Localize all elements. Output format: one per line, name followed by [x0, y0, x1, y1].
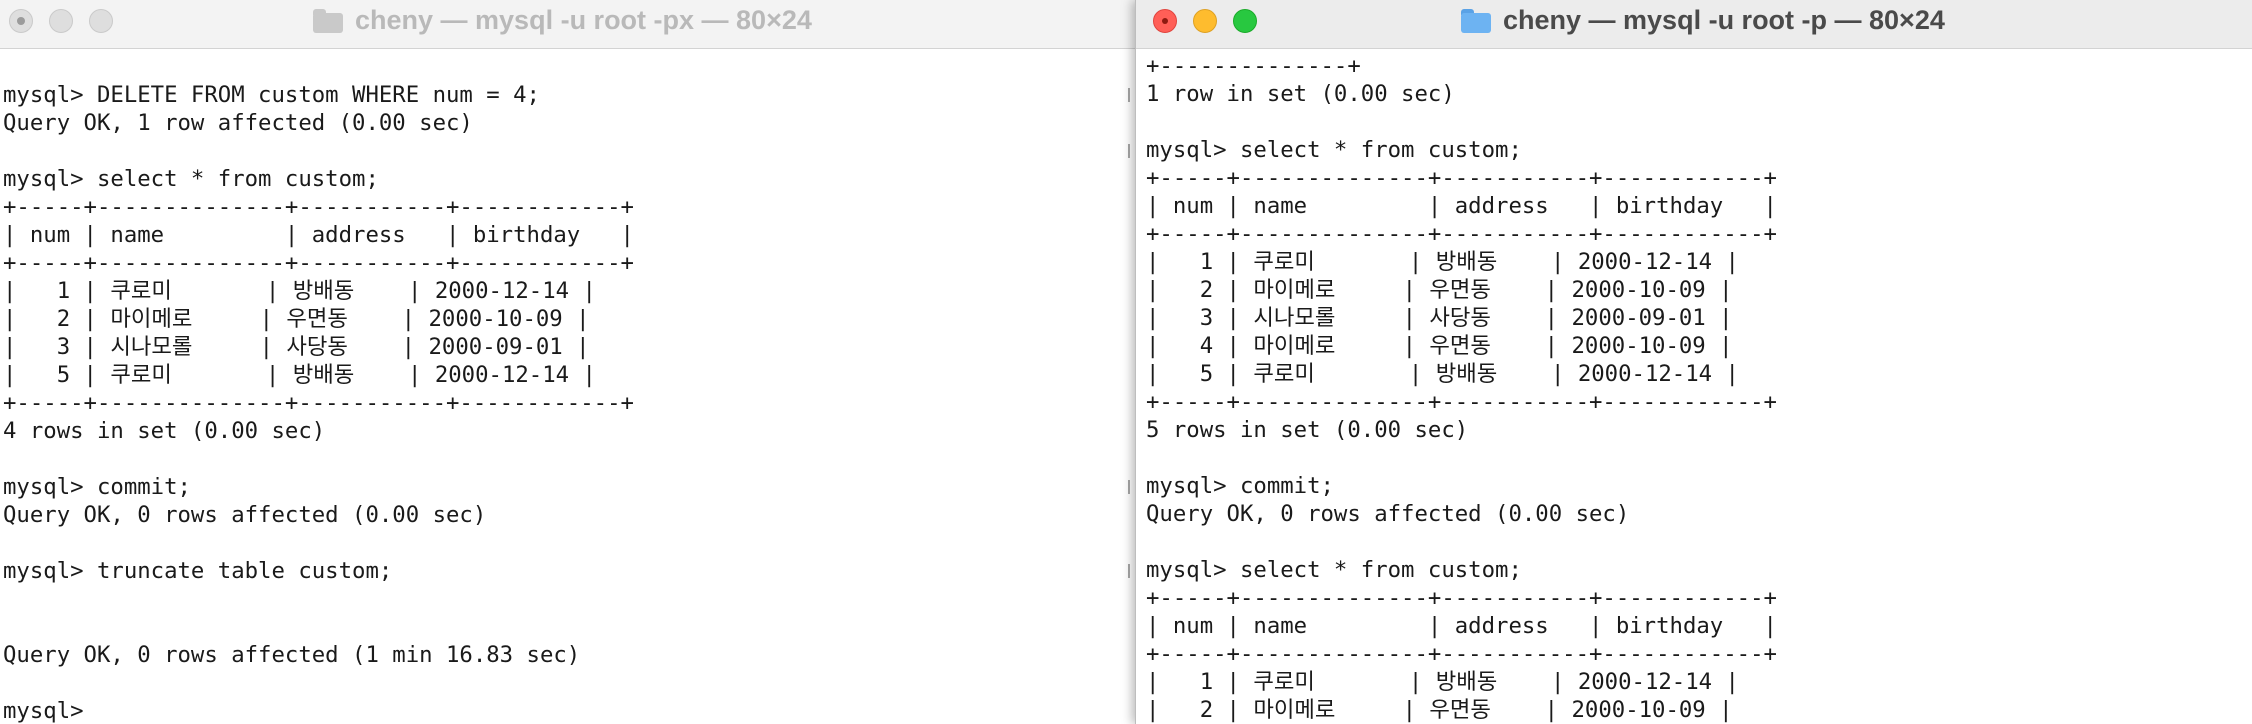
minimize-icon[interactable] — [49, 9, 73, 33]
window-title: cheny — mysql -u root -p — 80×24 — [1461, 2, 1945, 38]
terminal-line: | 2 | 마이메로 | 우면동 | 2000-10-09 | — [1146, 277, 1733, 303]
terminal-line: | 3 | 시나모롤 | 사당동 | 2000-09-01 | — [3, 334, 590, 360]
terminal-line: +-----+--------------+-----------+------… — [1146, 221, 1777, 247]
terminal-line: | 5 | 쿠로미 | 방배동 | 2000-12-14 | — [3, 362, 596, 388]
close-icon[interactable] — [9, 9, 33, 33]
terminal-line: | num | name | address | birthday | — [1146, 193, 1777, 219]
terminal-line: mysql> select * from custom; — [3, 166, 379, 192]
close-icon[interactable] — [1153, 9, 1177, 33]
terminal-lines: +--------------+ 1 row in set (0.00 sec) m… — [1146, 52, 1777, 724]
terminal-line: Query OK, 0 rows affected (1 min 16.83 s… — [3, 642, 581, 668]
terminal-line: | 2 | 마이메로 | 우면동 | 2000-10-09 | — [3, 306, 590, 332]
terminal-line: +--------------+ — [1146, 53, 1361, 79]
terminal-line: | 1 | 쿠로미 | 방배동 | 2000-12-14 | — [1146, 249, 1739, 275]
terminal-line: | 3 | 시나모롤 | 사당동 | 2000-09-01 | — [1146, 305, 1733, 331]
terminal-line: | 4 | 마이메로 | 우면동 | 2000-10-09 | — [1146, 333, 1733, 359]
terminal-line: mysql> select * from custom; — [1146, 557, 1522, 583]
window-title-text: cheny — mysql -u root -p — 80×24 — [1503, 5, 1945, 35]
terminal-output[interactable]: +--------------+ 1 row in set (0.00 sec) m… — [1136, 48, 2252, 724]
terminal-line: 1 row in set (0.00 sec) — [1146, 81, 1455, 107]
window-title-text: cheny — mysql -u root -px — 80×24 — [355, 5, 812, 35]
terminal-line: Query OK, 0 rows affected (0.00 sec) — [1146, 501, 1630, 527]
terminal-line: +-----+--------------+-----------+------… — [3, 390, 634, 416]
terminal-line: | num | name | address | birthday | — [1146, 613, 1777, 639]
terminal-line: +-----+--------------+-----------+------… — [1146, 641, 1777, 667]
terminal-line: +-----+--------------+-----------+------… — [3, 194, 634, 220]
terminal-line: | 1 | 쿠로미 | 방배동 | 2000-12-14 | — [1146, 669, 1739, 695]
folder-icon — [313, 9, 343, 33]
terminal-line: mysql> DELETE FROM custom WHERE num = 4; — [3, 82, 540, 108]
terminal-line: mysql> — [3, 698, 97, 724]
terminal-line: | 1 | 쿠로미 | 방배동 | 2000-12-14 | — [3, 278, 596, 304]
zoom-icon[interactable] — [89, 9, 113, 33]
terminal-line: | 2 | 마이메로 | 우면동 | 2000-10-09 | — [1146, 697, 1733, 723]
terminal-output[interactable]: mysql> DELETE FROM custom WHERE num = 4;… — [0, 48, 1135, 724]
terminal-line: mysql> commit; — [3, 474, 191, 500]
scroll-mark — [1128, 564, 1136, 578]
scroll-mark — [1128, 144, 1136, 158]
title-bar[interactable]: cheny — mysql -u root -p — 80×24 — [1136, 0, 2252, 49]
terminal-line: +-----+--------------+-----------+------… — [1146, 389, 1777, 415]
terminal-window-left[interactable]: cheny — mysql -u root -px — 80×24 mysql>… — [0, 0, 1135, 724]
scroll-mark — [1128, 480, 1136, 494]
terminal-line: +-----+--------------+-----------+------… — [1146, 585, 1777, 611]
window-title: cheny — mysql -u root -px — 80×24 — [313, 2, 812, 38]
terminal-line: Query OK, 1 row affected (0.00 sec) — [3, 110, 473, 136]
terminal-line: Query OK, 0 rows affected (0.00 sec) — [3, 502, 487, 528]
terminal-lines: mysql> DELETE FROM custom WHERE num = 4;… — [3, 53, 634, 724]
folder-icon — [1461, 9, 1491, 33]
title-bar[interactable]: cheny — mysql -u root -px — 80×24 — [0, 0, 1135, 49]
terminal-line: +-----+--------------+-----------+------… — [3, 250, 634, 276]
terminal-line: | num | name | address | birthday | — [3, 222, 634, 248]
terminal-line: 5 rows in set (0.00 sec) — [1146, 417, 1469, 443]
terminal-line: 4 rows in set (0.00 sec) — [3, 418, 326, 444]
terminal-line: +-----+--------------+-----------+------… — [1146, 165, 1777, 191]
terminal-line: mysql> commit; — [1146, 473, 1334, 499]
terminal-line: mysql> select * from custom; — [1146, 137, 1522, 163]
terminal-line: mysql> truncate table custom; — [3, 558, 393, 584]
scroll-mark — [1128, 88, 1136, 102]
terminal-window-right[interactable]: cheny — mysql -u root -p — 80×24 +------… — [1135, 0, 2252, 724]
minimize-icon[interactable] — [1193, 9, 1217, 33]
terminal-line: | 5 | 쿠로미 | 방배동 | 2000-12-14 | — [1146, 361, 1739, 387]
zoom-icon[interactable] — [1233, 9, 1257, 33]
